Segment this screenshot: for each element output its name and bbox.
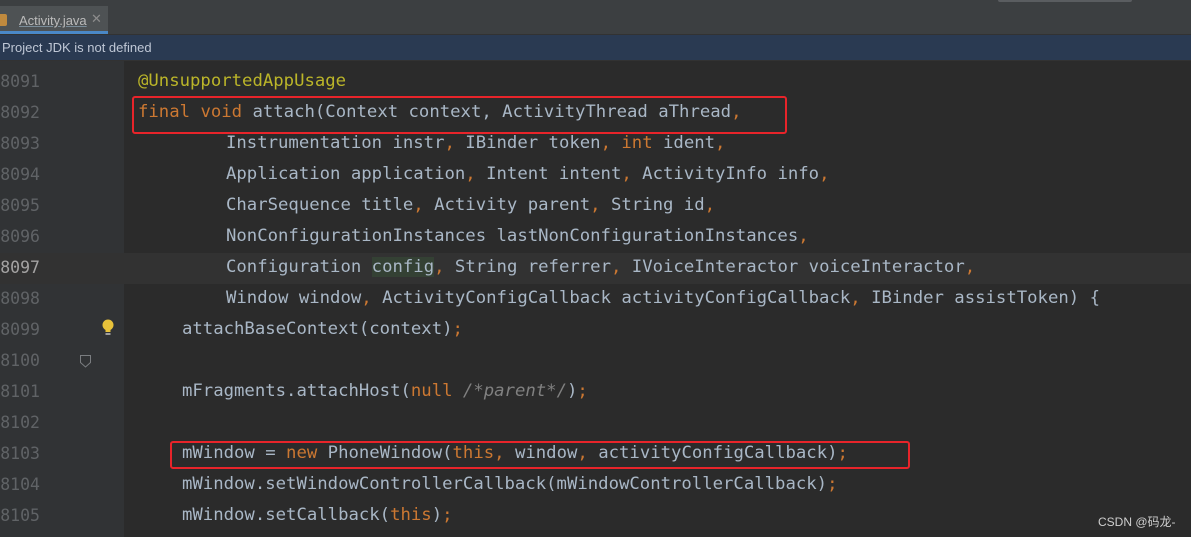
- code-segment: Activity parent: [423, 195, 591, 215]
- code-segment: mWindow.setWindowControllerCallback(mWin…: [182, 474, 828, 494]
- code-text: mWindow.setCallback(this);: [182, 505, 453, 525]
- code-segment: ident: [652, 133, 716, 153]
- line-number: 8098: [0, 289, 40, 308]
- punctuation: ,: [600, 133, 611, 153]
- code-segment: Application application: [226, 164, 466, 184]
- line-number: 8096: [0, 227, 40, 246]
- punctuation: ,: [413, 195, 424, 215]
- code-line: 8094 Application application, Intent int…: [0, 160, 1191, 191]
- punctuation: ,: [361, 288, 372, 308]
- code-text: CharSequence title, Activity parent, Str…: [226, 195, 715, 215]
- code-segment: Instrumentation instr: [226, 133, 445, 153]
- punctuation: ;: [827, 474, 838, 494]
- line-number: 8099: [0, 320, 40, 339]
- punctuation: ,: [704, 195, 716, 215]
- punctuation: ,: [715, 133, 726, 153]
- line-number: 8101: [0, 382, 40, 401]
- code-segment: Window window: [226, 288, 362, 308]
- keyword: null: [410, 381, 453, 401]
- punctuation: ;: [442, 505, 453, 525]
- code-segment: mWindow.setCallback(: [182, 505, 391, 525]
- toolbar-widget[interactable]: [998, 0, 1132, 2]
- tab-activity-java[interactable]: Activity.java ✕: [0, 6, 108, 34]
- highlight-box: [170, 441, 910, 469]
- code-line: 8104 mWindow.setWindowControllerCallback…: [0, 470, 1191, 501]
- code-text: @UnsupportedAppUsage: [138, 71, 347, 91]
- line-number: 8103: [0, 444, 40, 463]
- lightbulb-icon[interactable]: [101, 319, 115, 337]
- punctuation: ,: [434, 257, 445, 277]
- code-text: Window window, ActivityConfigCallback ac…: [226, 288, 1100, 308]
- code-line: 8098 Window window, ActivityConfigCallba…: [0, 284, 1191, 315]
- line-number: 8097: [0, 258, 40, 277]
- punctuation: ,: [798, 226, 809, 246]
- code-segment: mFragments.attachHost(: [182, 381, 411, 401]
- code-editor[interactable]: 8091 @UnsupportedAppUsage 8092 final voi…: [0, 61, 1191, 537]
- punctuation: ,: [610, 257, 622, 277]
- comment: /*parent*/: [452, 381, 567, 401]
- code-text: attachBaseContext(context);: [182, 319, 463, 339]
- code-line: 8091 @UnsupportedAppUsage: [0, 67, 1191, 98]
- code-segment: ): [431, 505, 443, 525]
- punctuation: ;: [577, 381, 588, 401]
- keyword: this: [390, 505, 432, 525]
- line-number: 8091: [0, 72, 40, 91]
- code-line: 8105 mWindow.setCallback(this);: [0, 501, 1191, 532]
- tab-label: Activity.java: [19, 13, 87, 28]
- code-segment: ): [566, 381, 578, 401]
- watermark: CSDN @码龙-: [1098, 515, 1176, 529]
- highlighted-identifier: config: [371, 257, 435, 277]
- line-number: 8102: [0, 413, 40, 432]
- code-segment: IBinder token: [454, 133, 601, 153]
- code-segment: IBinder assistToken) {: [860, 288, 1100, 308]
- line-number: 8093: [0, 134, 40, 153]
- code-segment: Intent intent: [475, 164, 622, 184]
- keyword: int: [621, 133, 653, 153]
- code-line: 8100: [0, 346, 1191, 377]
- punctuation: ,: [819, 164, 830, 184]
- line-number: 8105: [0, 506, 40, 525]
- code-line: 8095 CharSequence title, Activity parent…: [0, 191, 1191, 222]
- code-text: mFragments.attachHost(null /*parent*/);: [182, 381, 588, 401]
- code-line: 8096 NonConfigurationInstances lastNonCo…: [0, 222, 1191, 253]
- line-number: 8092: [0, 103, 40, 122]
- code-text: mWindow.setWindowControllerCallback(mWin…: [182, 474, 837, 494]
- line-number: 8104: [0, 475, 40, 494]
- line-number: 8100: [0, 351, 40, 370]
- punctuation: ,: [850, 288, 861, 308]
- punctuation: ,: [590, 195, 601, 215]
- code-segment: String referrer: [444, 257, 611, 277]
- punctuation: ,: [465, 164, 476, 184]
- punctuation: ,: [621, 164, 632, 184]
- code-text: Configuration config, String referrer, I…: [226, 257, 975, 277]
- code-text: Instrumentation instr, IBinder token, in…: [226, 133, 725, 153]
- code-segment: attachBaseContext(context): [182, 319, 453, 339]
- java-file-icon: [0, 14, 7, 26]
- line-number: 8094: [0, 165, 40, 184]
- code-segment: ActivityInfo info: [631, 164, 820, 184]
- code-line: 8102: [0, 408, 1191, 439]
- close-icon[interactable]: ✕: [91, 11, 102, 27]
- code-line: 8101 mFragments.attachHost(null /*parent…: [0, 377, 1191, 408]
- banner-text: Project JDK is not defined: [2, 40, 152, 55]
- code-text: Application application, Intent intent, …: [226, 164, 829, 184]
- code-segment: IVoiceInteractor voiceInteractor: [621, 257, 965, 277]
- code-segment: ActivityConfigCallback activityConfigCal…: [371, 288, 851, 308]
- code-segment: NonConfigurationInstances lastNonConfigu…: [226, 226, 799, 246]
- code-text: NonConfigurationInstances lastNonConfigu…: [226, 226, 809, 246]
- punctuation: ,: [444, 133, 455, 153]
- notification-banner: Project JDK is not defined: [0, 35, 1191, 61]
- code-segment: Configuration: [226, 257, 372, 277]
- highlight-box: [132, 96, 787, 134]
- code-line-current: 8097 Configuration config, String referr…: [0, 253, 1191, 284]
- editor-tab-bar: Activity.java ✕: [0, 0, 1191, 35]
- code-segment: CharSequence title: [226, 195, 414, 215]
- code-line: 8099 attachBaseContext(context);: [0, 315, 1191, 346]
- line-number: 8095: [0, 196, 40, 215]
- fold-marker-icon[interactable]: [80, 355, 91, 368]
- punctuation: ,: [964, 257, 976, 277]
- code-segment: String id: [600, 195, 705, 215]
- punctuation: ;: [452, 319, 463, 339]
